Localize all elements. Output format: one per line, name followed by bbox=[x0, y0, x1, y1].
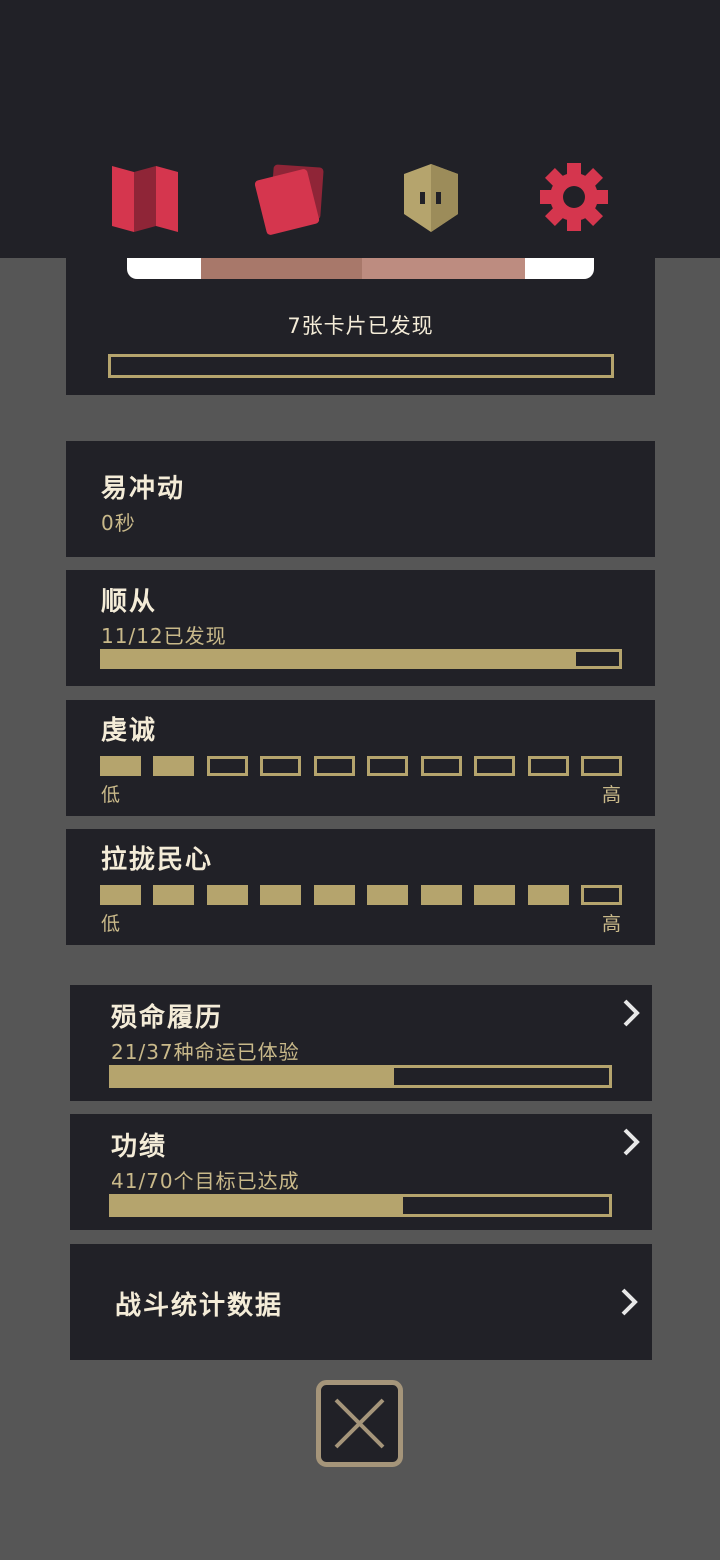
link-progress-bar bbox=[109, 1065, 612, 1088]
link-title: 殒命履历 bbox=[111, 1003, 224, 1033]
top-nav-bar bbox=[0, 0, 720, 258]
level-segment bbox=[260, 885, 302, 905]
level-segment bbox=[527, 885, 569, 905]
battle-stats-button[interactable]: 战斗统计数据 bbox=[70, 1244, 652, 1360]
close-icon bbox=[316, 1380, 403, 1467]
level-segment bbox=[313, 885, 355, 905]
high-label: 高 bbox=[601, 784, 621, 806]
trait-panel-impulsive: 易冲动 0秒 bbox=[66, 441, 655, 557]
progress-fill bbox=[112, 1197, 404, 1214]
map-icon[interactable] bbox=[108, 160, 184, 236]
level-segment bbox=[100, 756, 141, 776]
level-meter bbox=[100, 885, 622, 905]
chevron-right-icon bbox=[621, 1288, 638, 1316]
trait-panel-pious: 虔诚 低 高 bbox=[66, 700, 655, 816]
link-title: 功绩 bbox=[111, 1132, 168, 1162]
level-segment bbox=[581, 885, 622, 905]
trait-value: 0秒 bbox=[101, 511, 136, 535]
link-progress-text: 21/37种命运已体验 bbox=[111, 1040, 300, 1064]
trait-panel-obedient: 顺从 11/12已发现 bbox=[66, 570, 655, 686]
gear-icon[interactable] bbox=[538, 160, 614, 236]
low-label: 低 bbox=[101, 913, 121, 935]
trait-title: 拉拢民心 bbox=[101, 845, 214, 875]
level-segment bbox=[474, 756, 516, 776]
level-segment bbox=[420, 885, 462, 905]
level-segment bbox=[206, 885, 248, 905]
chevron-right-icon bbox=[623, 999, 640, 1027]
link-progress-text: 41/70个目标已达成 bbox=[111, 1169, 300, 1193]
progress-fill bbox=[112, 1068, 395, 1085]
level-segment bbox=[420, 756, 462, 776]
chevron-right-icon bbox=[623, 1128, 640, 1156]
level-segment bbox=[313, 756, 355, 776]
trait-progress-text: 11/12已发现 bbox=[101, 624, 227, 648]
low-label: 低 bbox=[101, 784, 121, 806]
mask-icon[interactable] bbox=[398, 160, 474, 236]
high-label: 高 bbox=[601, 913, 621, 935]
trait-panel-popularity: 拉拢民心 低 高 bbox=[66, 829, 655, 945]
trait-title: 虔诚 bbox=[101, 716, 158, 746]
level-segment bbox=[474, 885, 516, 905]
level-segment bbox=[367, 756, 409, 776]
progress-fill bbox=[103, 652, 577, 666]
cards-icon[interactable] bbox=[252, 160, 328, 236]
level-segment bbox=[367, 885, 409, 905]
achievements-button[interactable]: 功绩 41/70个目标已达成 bbox=[70, 1114, 652, 1230]
level-segment bbox=[153, 885, 195, 905]
cards-discovered-label: 7张卡片已发现 bbox=[287, 314, 434, 338]
deaths-history-button[interactable]: 殒命履历 21/37种命运已体验 bbox=[70, 985, 652, 1101]
level-meter bbox=[100, 756, 622, 776]
level-segment bbox=[100, 885, 141, 905]
level-segment bbox=[153, 756, 195, 776]
cards-panel: 7张卡片已发现 bbox=[66, 258, 655, 395]
level-segment bbox=[206, 756, 248, 776]
level-segment bbox=[527, 756, 569, 776]
link-title: 战斗统计数据 bbox=[115, 1291, 284, 1321]
close-button[interactable] bbox=[316, 1380, 403, 1467]
level-segment bbox=[260, 756, 302, 776]
cards-progress-bar bbox=[108, 354, 614, 378]
trait-progress-bar bbox=[100, 649, 622, 669]
trait-title: 易冲动 bbox=[101, 474, 186, 504]
card-preview bbox=[127, 258, 594, 279]
level-segment bbox=[581, 756, 622, 776]
trait-title: 顺从 bbox=[101, 587, 158, 617]
link-progress-bar bbox=[109, 1194, 612, 1217]
